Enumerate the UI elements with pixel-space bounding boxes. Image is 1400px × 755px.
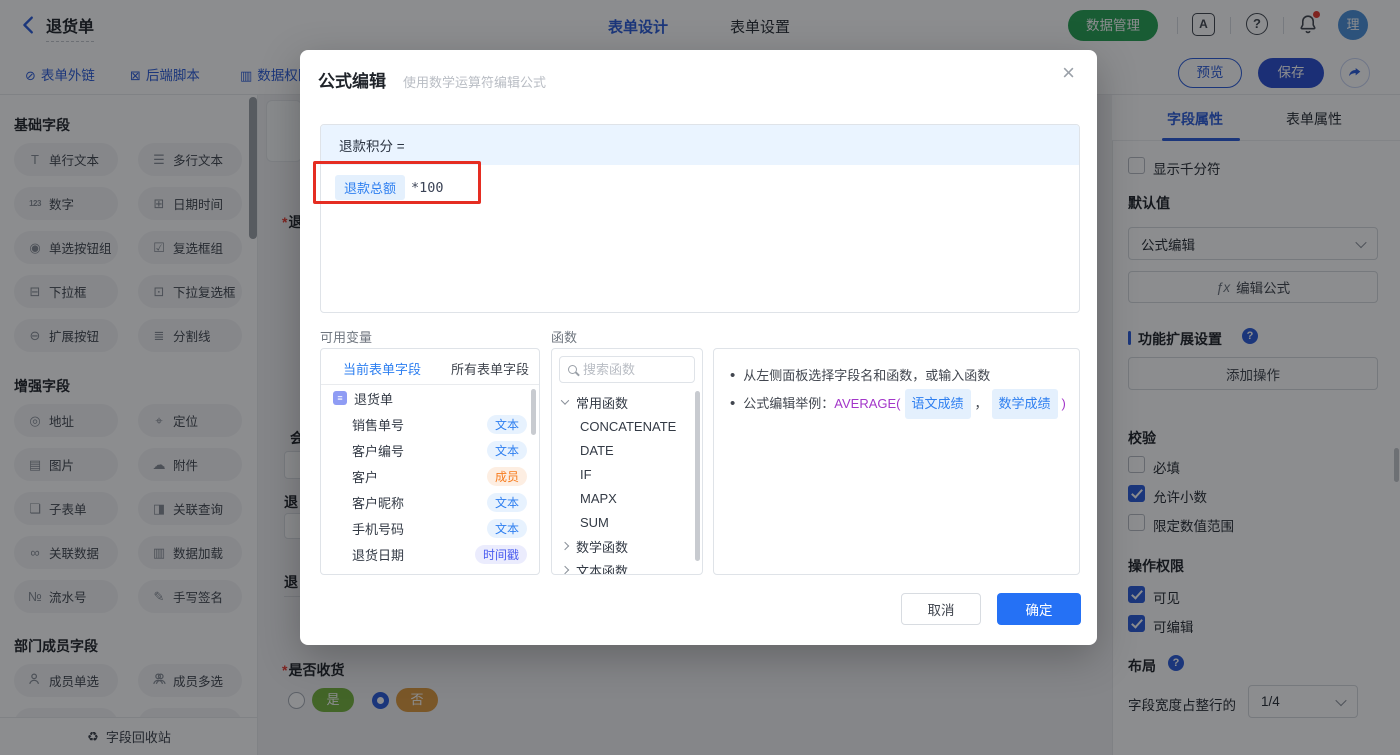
variable-name: 退货日期 xyxy=(352,547,405,563)
example-chip-chinese-score: 语文成绩 xyxy=(904,389,971,419)
chevron-right-icon xyxy=(560,541,570,551)
search-icon xyxy=(568,365,577,374)
variable-row[interactable]: 客户昵称 文本 xyxy=(321,489,539,515)
variables-tabs: 当前表单字段 所有表单字段 xyxy=(321,349,539,385)
app-window: 退货单 表单设计 表单设置 数据管理 A ? 理 ⊘ 表单外链 ⊠ 后端脚本 ▥ 数据… xyxy=(0,0,1400,755)
type-badge-text: 文本 xyxy=(486,492,527,512)
type-badge-text: 文本 xyxy=(486,414,527,434)
function-item-date[interactable]: DATE xyxy=(552,438,702,462)
variables-scrollbar-thumb[interactable] xyxy=(531,389,536,435)
function-search-input[interactable] xyxy=(583,362,683,377)
tree-root-label: 退货单 xyxy=(354,391,394,407)
function-group-collapsed[interactable]: 数学函数 xyxy=(552,534,702,558)
variable-row[interactable]: 客户编号 文本 xyxy=(321,437,539,463)
variable-name: 客户编号 xyxy=(352,443,405,459)
function-item-sum[interactable]: SUM xyxy=(552,510,702,534)
variable-row[interactable]: 客户 成员 xyxy=(321,463,539,489)
variable-row[interactable]: 退货日期 时间戳 xyxy=(321,541,539,567)
formula-target-row: 退款积分 = xyxy=(321,125,1079,165)
formula-editor-modal: 公式编辑 使用数学运算符编辑公式 × 退款积分 = 退款总额 *100 可用变量… xyxy=(300,50,1097,645)
variables-tree-root[interactable]: ≡ 退货单 xyxy=(321,385,539,411)
help-example-function: AVERAGE( xyxy=(834,396,901,411)
variable-name: 手机号码 xyxy=(352,521,405,537)
function-group-label: 常用函数 xyxy=(576,395,629,411)
functions-scrollbar-thumb[interactable] xyxy=(695,391,700,561)
function-group-expanded[interactable]: 常用函数 xyxy=(552,390,702,414)
form-doc-icon: ≡ xyxy=(333,391,347,405)
confirm-button[interactable]: 确定 xyxy=(997,593,1081,625)
function-search[interactable] xyxy=(559,356,695,383)
help-example-prefix: 公式编辑举例： xyxy=(743,396,835,411)
chevron-down-icon xyxy=(560,396,570,405)
annotation-highlight-box xyxy=(313,161,481,204)
chevron-right-icon xyxy=(560,565,570,574)
variables-pane: 当前表单字段 所有表单字段 ≡ 退货单 销售单号 文本 客户编号 文本 客户 成员 客户昵称… xyxy=(320,348,540,575)
help-example-comma: ， xyxy=(974,396,988,411)
formula-target-label: 退款积分 = xyxy=(339,139,405,154)
modal-title: 公式编辑 xyxy=(318,72,386,91)
tab-current-form-fields[interactable]: 当前表单字段 xyxy=(343,359,421,378)
variable-name: 客户昵称 xyxy=(352,495,405,511)
tab-all-form-fields[interactable]: 所有表单字段 xyxy=(451,359,529,378)
type-badge-text: 文本 xyxy=(486,440,527,460)
variables-pane-label: 可用变量 xyxy=(320,330,373,345)
function-item-if[interactable]: IF xyxy=(552,462,702,486)
formula-help-pane: • 从左侧面板选择字段名和函数，或输入函数 • 公式编辑举例： AVERAGE(… xyxy=(713,348,1080,575)
variable-row[interactable]: 销售单号 文本 xyxy=(321,411,539,437)
variable-row[interactable]: 手机号码 文本 xyxy=(321,515,539,541)
help-line-1: • 从左侧面板选择字段名和函数，或输入函数 xyxy=(730,363,1063,389)
function-group-label: 数学函数 xyxy=(576,539,629,555)
help-line-2: • 公式编辑举例： AVERAGE( 语文成绩 ， 数学成绩 ) xyxy=(730,389,1066,419)
type-badge-timestamp: 时间戳 xyxy=(474,544,527,564)
help-example-close-paren: ) xyxy=(1061,396,1066,411)
modal-subtitle: 使用数学运算符编辑公式 xyxy=(403,75,547,90)
functions-pane-label: 函数 xyxy=(551,330,578,345)
example-chip-math-score: 数学成绩 xyxy=(991,389,1058,419)
help-text: 从左侧面板选择字段名和函数，或输入函数 xyxy=(743,368,991,383)
function-group-label: 文本函数 xyxy=(576,563,629,575)
type-badge-text: 文本 xyxy=(486,518,527,538)
functions-pane: 常用函数 CONCATENATEDATEIFMAPXSUM 数学函数文本函数 xyxy=(551,348,703,575)
cancel-button[interactable]: 取消 xyxy=(901,593,981,625)
function-group-collapsed[interactable]: 文本函数 xyxy=(552,558,702,575)
variable-name: 销售单号 xyxy=(352,417,405,433)
function-item-mapx[interactable]: MAPX xyxy=(552,486,702,510)
formula-editor-box: 退款积分 = 退款总额 *100 xyxy=(320,124,1080,313)
close-icon[interactable]: × xyxy=(1062,62,1075,84)
type-badge-member: 成员 xyxy=(486,466,527,486)
variable-name: 客户 xyxy=(352,469,379,485)
function-item-concatenate[interactable]: CONCATENATE xyxy=(552,414,702,438)
